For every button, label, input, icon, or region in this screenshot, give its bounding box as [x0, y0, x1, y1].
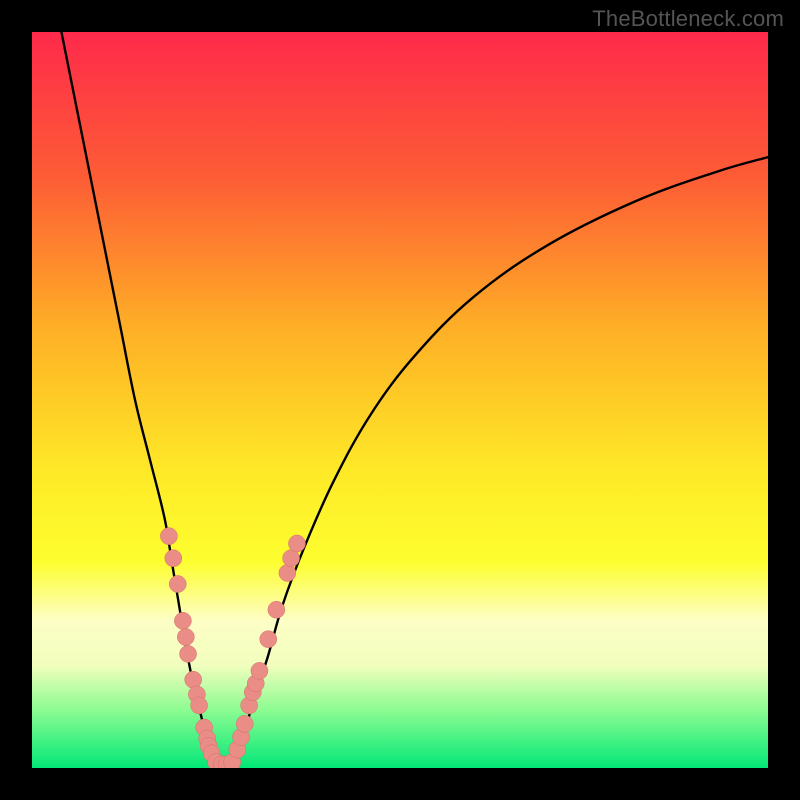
data-point: [160, 528, 177, 545]
data-point: [180, 645, 197, 662]
data-point: [177, 628, 194, 645]
data-point: [283, 550, 300, 567]
curve-right-branch: [231, 157, 768, 764]
data-point: [268, 601, 285, 618]
data-points-group: [160, 528, 305, 768]
watermark-text: TheBottleneck.com: [592, 6, 784, 32]
data-point: [288, 535, 305, 552]
data-point: [236, 715, 253, 732]
data-point: [165, 550, 182, 567]
data-point: [191, 697, 208, 714]
data-point: [174, 612, 191, 629]
plot-area: [32, 32, 768, 768]
data-point: [260, 631, 277, 648]
chart-frame: TheBottleneck.com: [0, 0, 800, 800]
data-point: [251, 662, 268, 679]
data-point: [169, 576, 186, 593]
data-point: [279, 564, 296, 581]
chart-svg: [32, 32, 768, 768]
data-point: [185, 671, 202, 688]
